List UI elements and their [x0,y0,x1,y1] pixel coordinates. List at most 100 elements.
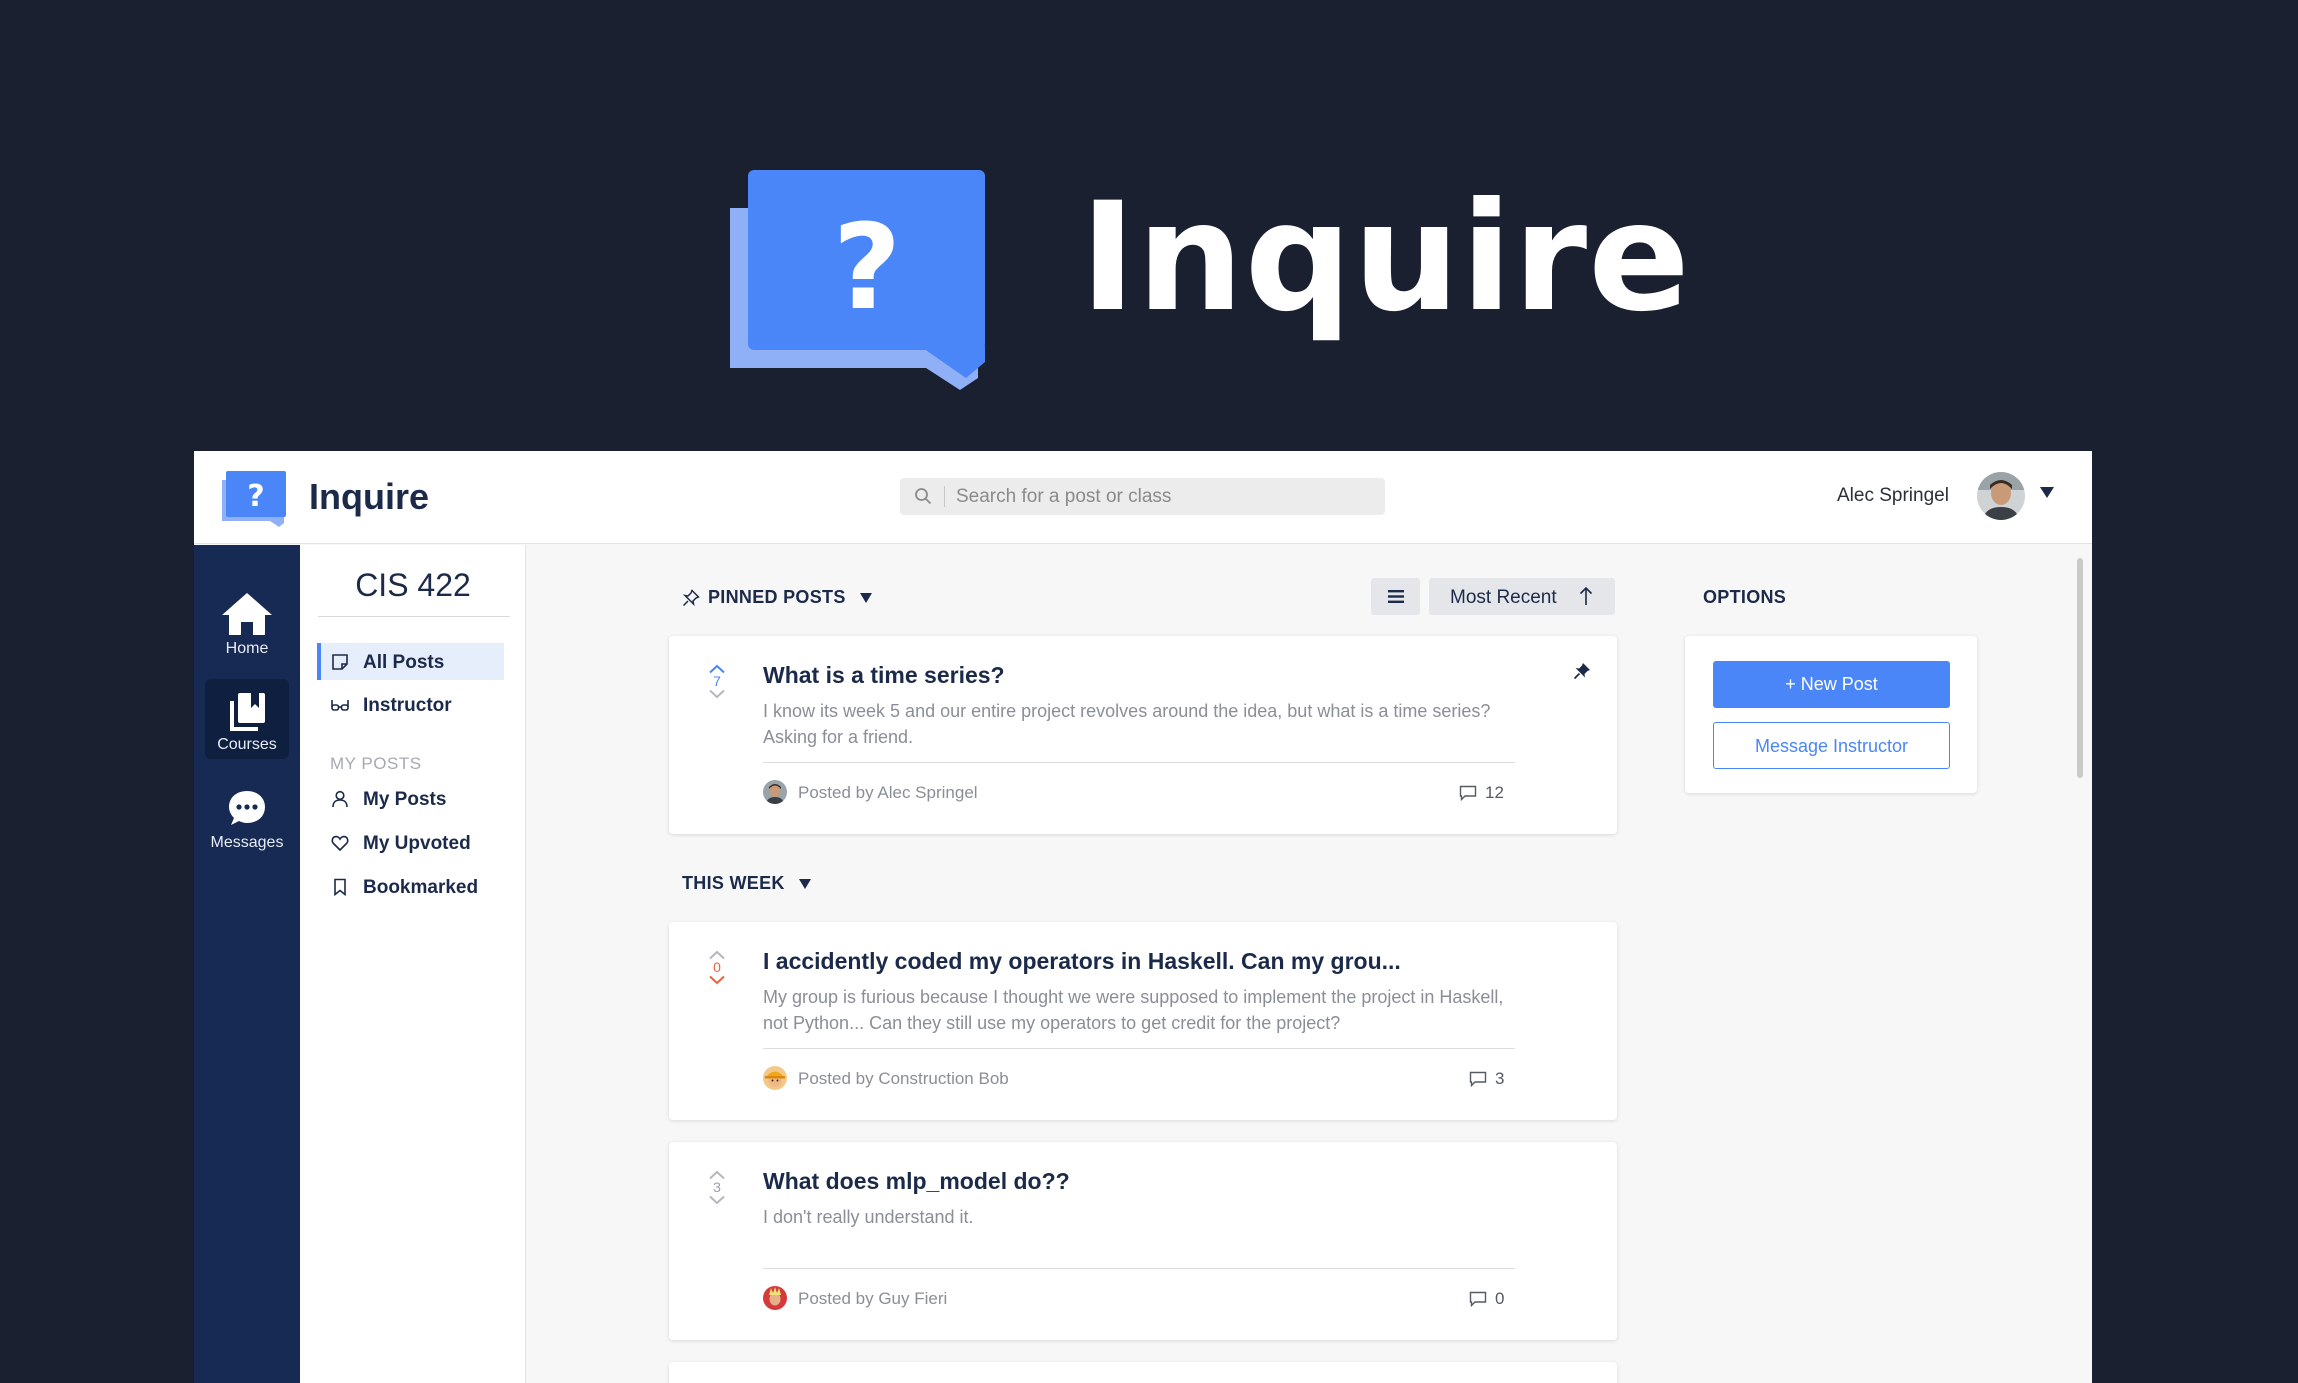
messages-icon [229,791,265,825]
comment-icon [1459,785,1477,801]
nav-item-all-posts[interactable]: All Posts [317,643,504,680]
comment-count-value: 0 [1495,1289,1505,1308]
vote-widget: 7 [707,664,727,699]
nav-item-label: My Posts [363,789,447,810]
document-icon [332,654,348,670]
divider [763,1268,1515,1269]
post-excerpt: I know its week 5 and our entire project… [763,701,1491,747]
nav-item-my-posts[interactable]: My Posts [317,780,504,817]
options-panel: + New Post Message Instructor [1685,636,1977,793]
hero-banner: ? Inquire [0,0,2298,450]
course-panel: CIS 422 All Posts Instructor MY POSTS My… [300,545,526,1383]
downvote-icon[interactable] [708,975,726,985]
inquire-logo-icon: ? [730,170,985,390]
user-icon [332,790,348,808]
pin-icon [682,589,700,607]
avatar-photo-icon [763,1066,787,1090]
vote-count: 3 [713,1179,721,1195]
comment-icon [1469,1071,1487,1087]
avatar-photo-icon [763,1286,787,1310]
search-icon [915,488,932,505]
search-divider [944,486,945,507]
post-title[interactable]: What does mlp_model do?? [763,1168,1070,1195]
top-bar: ? Inquire Alec Springel [194,451,2092,544]
search-input[interactable] [956,478,1376,515]
search-bar[interactable] [900,478,1385,515]
rail-item-messages[interactable]: Messages [205,777,289,857]
list-icon [1388,590,1404,603]
post-excerpt: My group is furious because I thought we… [763,987,1504,1033]
vote-widget: 0 [707,950,727,985]
options-heading: OPTIONS [1703,587,1787,607]
rail-item-label: Messages [210,834,284,851]
message-instructor-button[interactable]: Message Instructor [1713,722,1950,769]
comment-count-value: 12 [1485,783,1504,802]
divider [763,1048,1515,1049]
left-rail: Home Courses Messages [194,545,300,1383]
author-avatar [763,1286,787,1310]
post-title[interactable]: I accidently coded my operators in Haske… [763,948,1401,975]
post-title[interactable]: What is a time series? [763,662,1005,689]
user-name[interactable]: Alec Springel [1837,485,1949,507]
post-author: Posted by Alec Springel [798,783,978,802]
divider [763,762,1515,763]
user-avatar[interactable] [1977,472,2025,520]
inquire-logo-icon[interactable]: ? [222,471,286,527]
home-icon [222,593,272,635]
nav-item-bookmarked[interactable]: Bookmarked [317,868,504,905]
vote-count: 7 [713,673,721,689]
post-card[interactable] [669,1362,1617,1383]
user-menu-caret-icon[interactable] [2040,487,2054,498]
avatar-photo-icon [1977,472,2025,520]
chevron-down-icon [859,593,872,604]
pinned-posts-toggle[interactable]: PINNED POSTS [682,587,872,608]
sort-label: Most Recent [1450,587,1557,608]
scrollbar[interactable] [2077,558,2083,778]
pinned-posts-heading: PINNED POSTS [708,587,846,607]
avatar-photo-icon [763,780,787,804]
post-card[interactable]: 0 I accidently coded my operators in Has… [669,922,1617,1120]
nav-item-my-upvoted[interactable]: My Upvoted [317,824,504,861]
vote-count: 0 [713,959,721,975]
pinned-icon [1573,663,1590,680]
post-author: Posted by Construction Bob [798,1069,1009,1088]
sort-dropdown[interactable]: Most Recent [1429,578,1615,615]
post-excerpt: I don't really understand it. [763,1207,974,1227]
courses-icon [230,693,265,731]
nav-item-label: Instructor [363,695,452,716]
arrow-up-icon [1579,586,1593,605]
rail-item-home[interactable]: Home [205,581,289,661]
this-week-heading: THIS WEEK [682,873,785,893]
rail-item-courses[interactable]: Courses [205,679,289,759]
glasses-icon [331,700,349,711]
vote-widget: 3 [707,1170,727,1205]
divider [318,616,510,617]
downvote-icon[interactable] [708,689,726,699]
course-title: CIS 422 [355,567,471,603]
app-brand[interactable]: Inquire [309,476,429,518]
post-card[interactable]: 3 What does mlp_model do?? I don't reall… [669,1142,1617,1340]
nav-item-instructor[interactable]: Instructor [317,686,504,723]
downvote-icon[interactable] [708,1195,726,1205]
svg-text:?: ? [833,198,901,336]
this-week-toggle[interactable]: THIS WEEK [682,873,811,894]
post-author: Posted by Guy Fieri [798,1289,948,1308]
svg-text:?: ? [247,479,264,514]
comment-icon [1469,1291,1487,1307]
author-avatar [763,1066,787,1090]
list-view-button[interactable] [1371,578,1420,615]
rail-item-label: Courses [217,736,277,753]
nav-item-label: Bookmarked [363,877,479,898]
author-avatar [763,780,787,804]
nav-item-label: My Upvoted [363,833,471,854]
post-card[interactable]: 7 What is a time series? I know its week… [669,636,1617,834]
heart-icon [331,835,349,852]
chevron-down-icon [798,879,811,890]
hero-title: Inquire [1080,171,1691,345]
rail-item-label: Home [225,640,269,657]
nav-item-label: All Posts [363,652,445,673]
new-post-button[interactable]: + New Post [1713,661,1950,708]
comment-count-value: 3 [1495,1069,1505,1088]
bookmark-icon [334,878,346,896]
app-window: ? Inquire Alec Springel [194,451,2092,1383]
